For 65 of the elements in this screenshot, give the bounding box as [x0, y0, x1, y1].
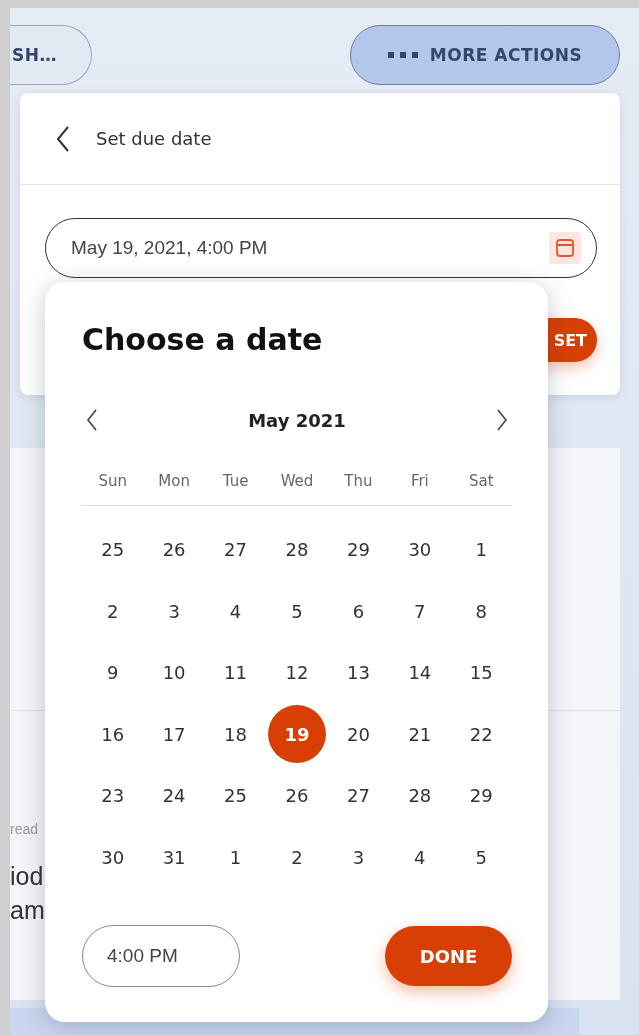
panel-title: Set due date	[96, 128, 212, 149]
day-button[interactable]: 3	[329, 828, 388, 887]
day-button[interactable]: 20	[329, 705, 388, 764]
weekday-label: Mon	[158, 472, 190, 490]
month-label: May 2021	[248, 409, 346, 431]
day-button[interactable]: 14	[390, 643, 449, 702]
day-button[interactable]: 4	[206, 582, 265, 641]
day-button[interactable]: 28	[268, 520, 326, 579]
day-button[interactable]: 10	[145, 643, 204, 702]
day-button[interactable]: 27	[206, 520, 265, 579]
day-button[interactable]: 8	[452, 582, 511, 641]
day-button[interactable]: 30	[83, 828, 142, 887]
weekday-label: Sun	[98, 472, 127, 490]
day-button[interactable]: 19	[268, 705, 326, 764]
weekday-label: Sat	[468, 472, 494, 490]
day-button[interactable]: 27	[329, 766, 388, 825]
more-icon	[387, 52, 418, 58]
day-button[interactable]: 22	[452, 705, 511, 764]
toolbar-button[interactable]: SH…	[10, 25, 92, 85]
weekday-label: Wed	[280, 472, 314, 490]
next-month-icon[interactable]	[496, 409, 508, 431]
day-button[interactable]: 23	[83, 766, 142, 825]
day-button[interactable]: 21	[390, 705, 449, 764]
calendar-icon[interactable]	[549, 232, 581, 264]
previous-month-icon[interactable]	[86, 409, 98, 431]
day-button[interactable]: 4	[390, 828, 449, 887]
day-button[interactable]: 29	[452, 766, 511, 825]
day-button[interactable]: 7	[390, 582, 449, 641]
more-actions-button[interactable]: MORE ACTIONS	[350, 25, 620, 85]
day-button[interactable]: 6	[329, 582, 388, 641]
day-button[interactable]: 25	[206, 766, 265, 825]
text-fragment: read	[10, 820, 40, 839]
day-button[interactable]: 11	[206, 643, 265, 702]
day-button[interactable]: 1	[206, 828, 265, 887]
picker-title: Choose a date	[82, 322, 323, 358]
day-button[interactable]: 30	[390, 520, 449, 579]
day-button[interactable]: 9	[83, 643, 142, 702]
day-button[interactable]: 28	[390, 766, 449, 825]
day-button[interactable]: 13	[329, 643, 388, 702]
day-button[interactable]: 5	[268, 582, 326, 641]
day-button[interactable]: 26	[145, 520, 204, 579]
day-button[interactable]: 3	[145, 582, 204, 641]
weekday-label: Tue	[222, 472, 249, 490]
done-button[interactable]: DONE	[385, 926, 512, 986]
time-field[interactable]: 4:00 PM	[82, 925, 240, 987]
day-button[interactable]: 15	[452, 643, 511, 702]
day-button[interactable]: 2	[268, 828, 326, 887]
text-fragment: iod	[10, 861, 45, 892]
day-button[interactable]: 29	[329, 520, 388, 579]
day-button[interactable]: 1	[452, 520, 511, 579]
day-button[interactable]: 24	[145, 766, 204, 825]
day-button[interactable]: 25	[83, 520, 142, 579]
day-button[interactable]: 12	[268, 643, 326, 702]
back-icon[interactable]	[56, 125, 70, 152]
day-button[interactable]: 31	[145, 828, 204, 887]
text-fragment: am	[10, 895, 45, 926]
date-field[interactable]: May 19, 2021, 4:00 PM	[45, 218, 597, 278]
day-button[interactable]: 17	[145, 705, 204, 764]
day-button[interactable]: 5	[452, 828, 511, 887]
day-button[interactable]: 26	[268, 766, 326, 825]
weekday-label: Fri	[410, 472, 429, 490]
day-button[interactable]: 2	[83, 582, 142, 641]
weekday-label: Thu	[344, 472, 373, 490]
day-button[interactable]: 18	[206, 705, 265, 764]
day-button[interactable]: 16	[83, 705, 142, 764]
